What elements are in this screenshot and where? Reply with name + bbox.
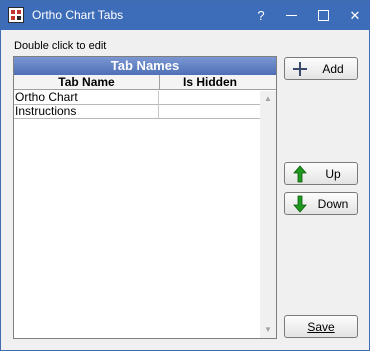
- close-button[interactable]: ✕: [340, 1, 370, 30]
- maximize-button[interactable]: [309, 1, 339, 30]
- vertical-scrollbar[interactable]: ▲ ▼: [260, 91, 276, 338]
- grid-title: Tab Names: [14, 57, 276, 75]
- help-button[interactable]: ?: [246, 1, 276, 30]
- grid-rows: Ortho Chart Instructions: [14, 91, 260, 119]
- scroll-up-arrow-icon[interactable]: ▲: [260, 91, 276, 107]
- cell-tab-name[interactable]: Instructions: [15, 105, 158, 118]
- save-button[interactable]: Save: [284, 315, 358, 338]
- scroll-down-arrow-icon[interactable]: ▼: [260, 322, 276, 338]
- down-button-label: Down: [317, 197, 349, 211]
- save-button-label: Save: [307, 320, 335, 334]
- tab-names-grid[interactable]: Tab Names Tab Name Is Hidden Ortho Chart…: [13, 56, 277, 339]
- cell-tab-name[interactable]: Ortho Chart: [15, 91, 158, 104]
- add-button[interactable]: Add: [284, 57, 358, 80]
- green-down-arrow-icon: [293, 195, 307, 213]
- up-button[interactable]: Up: [284, 162, 358, 185]
- table-row[interactable]: Instructions: [14, 105, 260, 119]
- window-title: Ortho Chart Tabs: [32, 8, 124, 22]
- column-header-is-hidden[interactable]: Is Hidden: [159, 75, 260, 89]
- plus-icon: [293, 62, 307, 76]
- column-header-tab-name[interactable]: Tab Name: [14, 75, 159, 89]
- edit-hint-label: Double click to edit: [14, 40, 107, 52]
- maximize-icon: [318, 10, 329, 21]
- cell-is-hidden[interactable]: [158, 91, 260, 105]
- grid-app-icon: [8, 7, 24, 23]
- cell-is-hidden[interactable]: [158, 105, 260, 119]
- grid-header: Tab Name Is Hidden: [14, 75, 276, 90]
- title-bar[interactable]: Ortho Chart Tabs ? ✕: [1, 1, 369, 30]
- up-button-label: Up: [325, 167, 341, 181]
- table-row[interactable]: Ortho Chart: [14, 91, 260, 105]
- minimize-button[interactable]: [277, 1, 307, 30]
- add-button-label: Add: [322, 62, 344, 76]
- dialog-window: Ortho Chart Tabs ? ✕ Double click to edi…: [0, 0, 370, 351]
- minimize-icon: [286, 15, 297, 16]
- down-button[interactable]: Down: [284, 192, 358, 215]
- green-up-arrow-icon: [293, 165, 307, 183]
